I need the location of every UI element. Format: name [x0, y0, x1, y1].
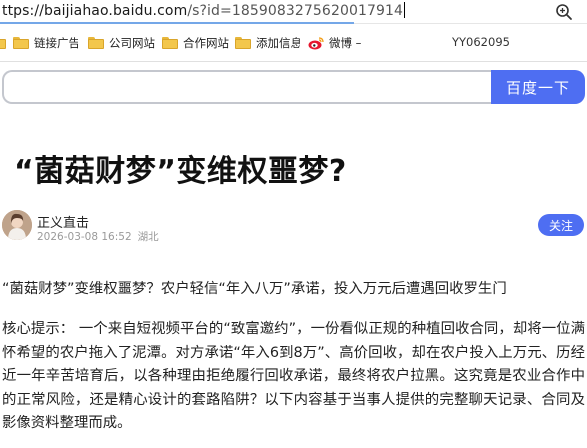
- magnifier-zoom-icon[interactable]: [555, 3, 573, 21]
- bookmark-folder-partner-sites[interactable]: 合作网站: [162, 35, 229, 51]
- bookmark-label: 链接广告: [34, 36, 78, 50]
- article-subtitle: “菌菇财梦”变维权噩梦？农户轻信“年入八万”承诺，投入万元后遭遇回收罗生门: [2, 281, 507, 297]
- bookmark-yy[interactable]: YY062095: [452, 35, 510, 49]
- article-title: “菌菇财梦”变维权噩梦?: [14, 154, 347, 189]
- url-host: ttps://baijiahao.baidu.com: [2, 3, 188, 19]
- bookmark-label: 公司网站: [109, 36, 155, 50]
- folder-icon: [13, 37, 29, 49]
- folder-icon: [235, 37, 251, 49]
- folder-icon: [162, 37, 178, 49]
- url-path: /s?id=1859083275620017914: [187, 3, 403, 19]
- publish-location: 湖北: [137, 231, 159, 243]
- bookmark-folder-company-site[interactable]: 公司网站: [88, 35, 155, 51]
- article-body: “菌菇财梦”变维权噩梦？农户轻信“年入八万”承诺，投入万元后遭遇回收罗生门 核心…: [2, 277, 585, 436]
- article-paragraph: 核心提示： 一个来自短视频平台的“致富邀约”，一份看似正规的种植回收合同，却将一…: [2, 321, 585, 431]
- baidu-search-button[interactable]: 百度一下: [491, 70, 585, 104]
- folder-icon: [88, 37, 104, 49]
- address-bar[interactable]: ttps://baijiahao.baidu.com/s?id=18590832…: [0, 0, 587, 24]
- bookmark-label: 合作网站: [183, 36, 229, 50]
- follow-button[interactable]: 关注: [538, 214, 584, 236]
- publish-meta: 2026-03-08 16:52 湖北: [37, 229, 159, 244]
- folder-icon: [0, 37, 6, 49]
- bookmark-weibo[interactable]: 微博 –: [308, 35, 361, 51]
- search-bar: 百度一下: [0, 70, 587, 106]
- bookmarks-bar: 链接广告 公司网站 合作网站 添加信息 微博 – YY062095: [0, 24, 587, 62]
- search-input[interactable]: [2, 70, 492, 104]
- bookmark-label: 添加信息: [256, 36, 300, 50]
- avatar-image: [2, 210, 32, 240]
- bookmark-folder-links-ads[interactable]: 链接广告: [13, 35, 78, 51]
- bookmark-label: 微博 –: [329, 36, 362, 50]
- weibo-icon: [308, 37, 324, 50]
- text-caret: [404, 2, 405, 18]
- author-avatar[interactable]: [2, 210, 32, 240]
- url-text[interactable]: ttps://baijiahao.baidu.com/s?id=18590832…: [2, 2, 405, 20]
- publish-date: 2026-03-08 16:52: [37, 231, 132, 243]
- bookmark-folder-add-info[interactable]: 添加信息: [235, 35, 300, 51]
- bookmark-folder-partial[interactable]: [0, 35, 11, 51]
